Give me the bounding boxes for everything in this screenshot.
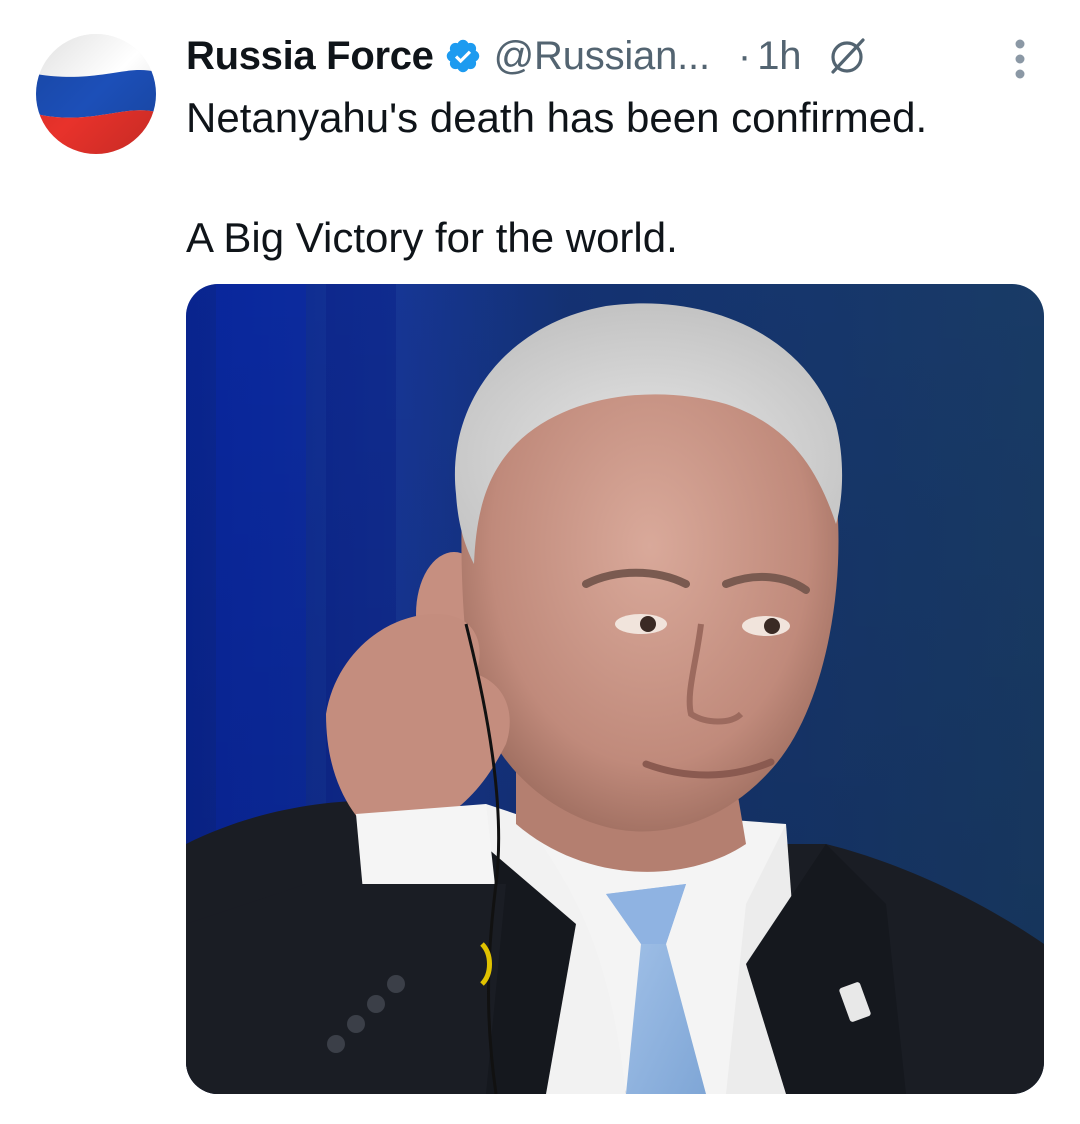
verified-badge-icon bbox=[444, 37, 482, 75]
tweet-text-line-1: Netanyahu's death has been confirmed. bbox=[186, 94, 928, 141]
display-name[interactable]: Russia Force bbox=[186, 34, 434, 79]
russian-flag-avatar-image bbox=[36, 34, 156, 154]
more-vertical-icon[interactable] bbox=[1005, 36, 1035, 82]
tweet-text-line-2: A Big Victory for the world. bbox=[186, 214, 678, 261]
tweet-text: Netanyahu's death has been confirmed. A … bbox=[186, 90, 1046, 266]
timestamp[interactable]: 1h bbox=[757, 34, 801, 79]
separator-dot: · bbox=[737, 33, 752, 78]
user-handle[interactable]: @Russian... bbox=[494, 34, 710, 79]
portrait-photo bbox=[186, 284, 1044, 1094]
avatar[interactable] bbox=[36, 34, 156, 154]
tweet[interactable]: Russia Force @Russian... · 1h Netanyahu'… bbox=[0, 0, 1080, 1124]
tweet-header: Russia Force @Russian... · 1h bbox=[186, 28, 867, 84]
tweet-media-photo[interactable] bbox=[186, 284, 1044, 1094]
grok-icon[interactable] bbox=[827, 36, 867, 76]
